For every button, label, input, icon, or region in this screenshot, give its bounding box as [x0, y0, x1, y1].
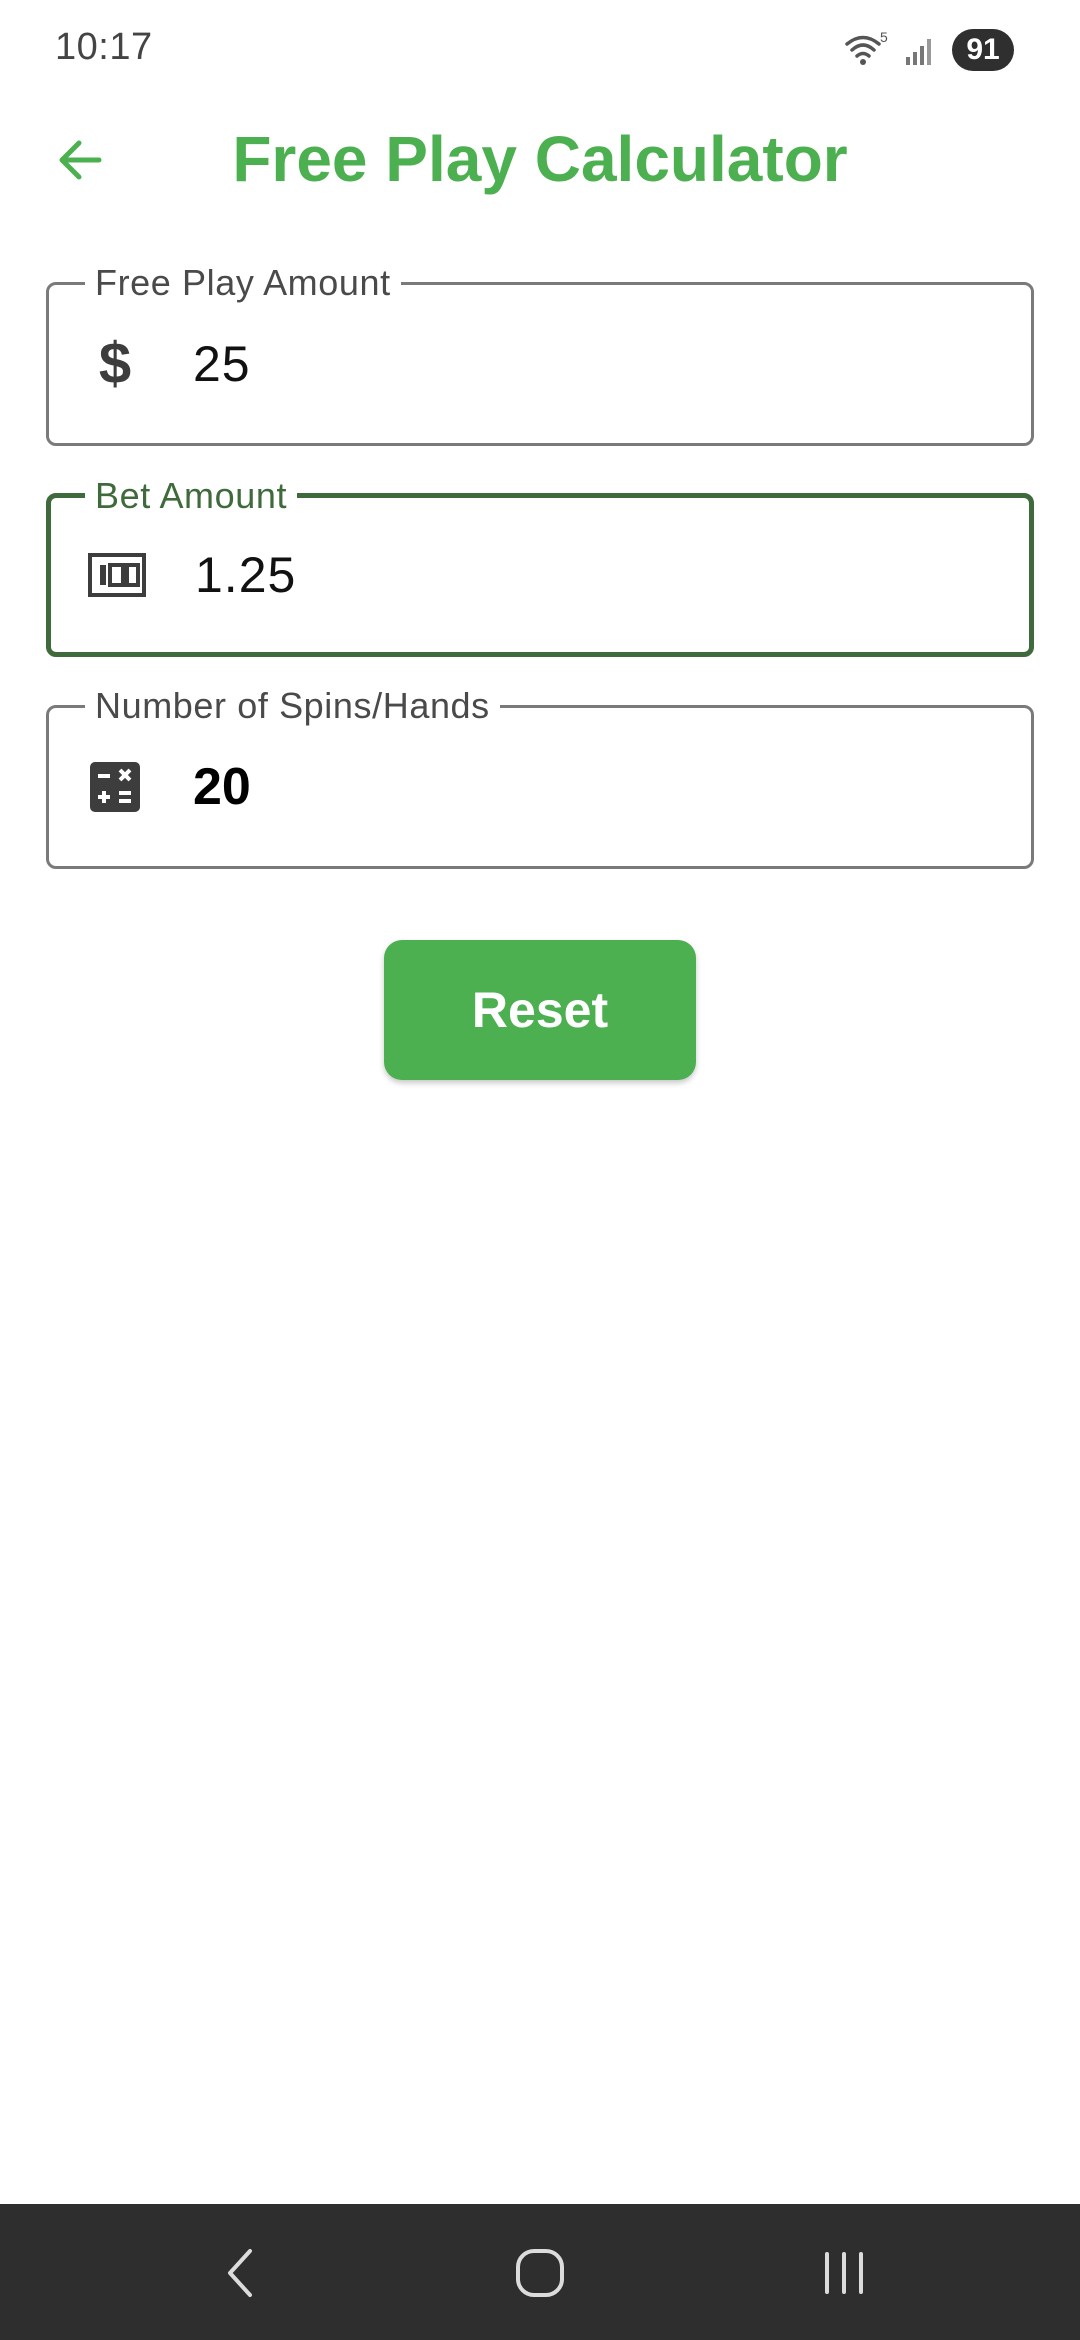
nav-back-icon [228, 2249, 252, 2297]
nav-home-button[interactable] [500, 2238, 580, 2308]
nav-recents-icon [825, 2252, 863, 2294]
nav-recents-button[interactable] [804, 2238, 884, 2308]
battery-level: 91 [966, 33, 1000, 66]
status-time: 10:17 [55, 26, 153, 68]
calculator-icon [85, 757, 145, 817]
system-navigation-bar [0, 2204, 1080, 2340]
app-bar: Free Play Calculator [0, 100, 1080, 220]
battery-indicator: 91 [952, 29, 1014, 71]
reset-button-label: Reset [471, 982, 609, 1038]
spins-hands-field: Number of Spins/Hands 20 [46, 684, 1034, 869]
reset-button[interactable]: Reset [384, 940, 696, 1080]
free-play-amount-field[interactable]: Free Play Amount $ [46, 261, 1034, 446]
free-play-amount-label: Free Play Amount [85, 261, 401, 305]
bet-amount-label: Bet Amount [85, 474, 298, 518]
status-bar: 10:17 5 91 [0, 0, 1080, 100]
spins-hands-label: Number of Spins/Hands [85, 684, 500, 728]
bet-amount-field[interactable]: Bet Amount [46, 474, 1034, 657]
money-icon [87, 545, 147, 605]
spins-hands-value: 20 [193, 758, 251, 816]
bet-amount-input[interactable] [195, 540, 995, 610]
dollar-icon: $ [98, 331, 132, 396]
nav-home-icon [516, 2249, 564, 2297]
free-play-amount-input[interactable] [193, 329, 993, 399]
wifi-icon: 5 [845, 30, 888, 65]
nav-back-button[interactable] [200, 2238, 280, 2308]
wifi-badge: 5 [880, 30, 888, 45]
signal-icon [906, 39, 931, 65]
page-title: Free Play Calculator [232, 123, 848, 195]
status-icons: 5 91 [844, 28, 1014, 72]
